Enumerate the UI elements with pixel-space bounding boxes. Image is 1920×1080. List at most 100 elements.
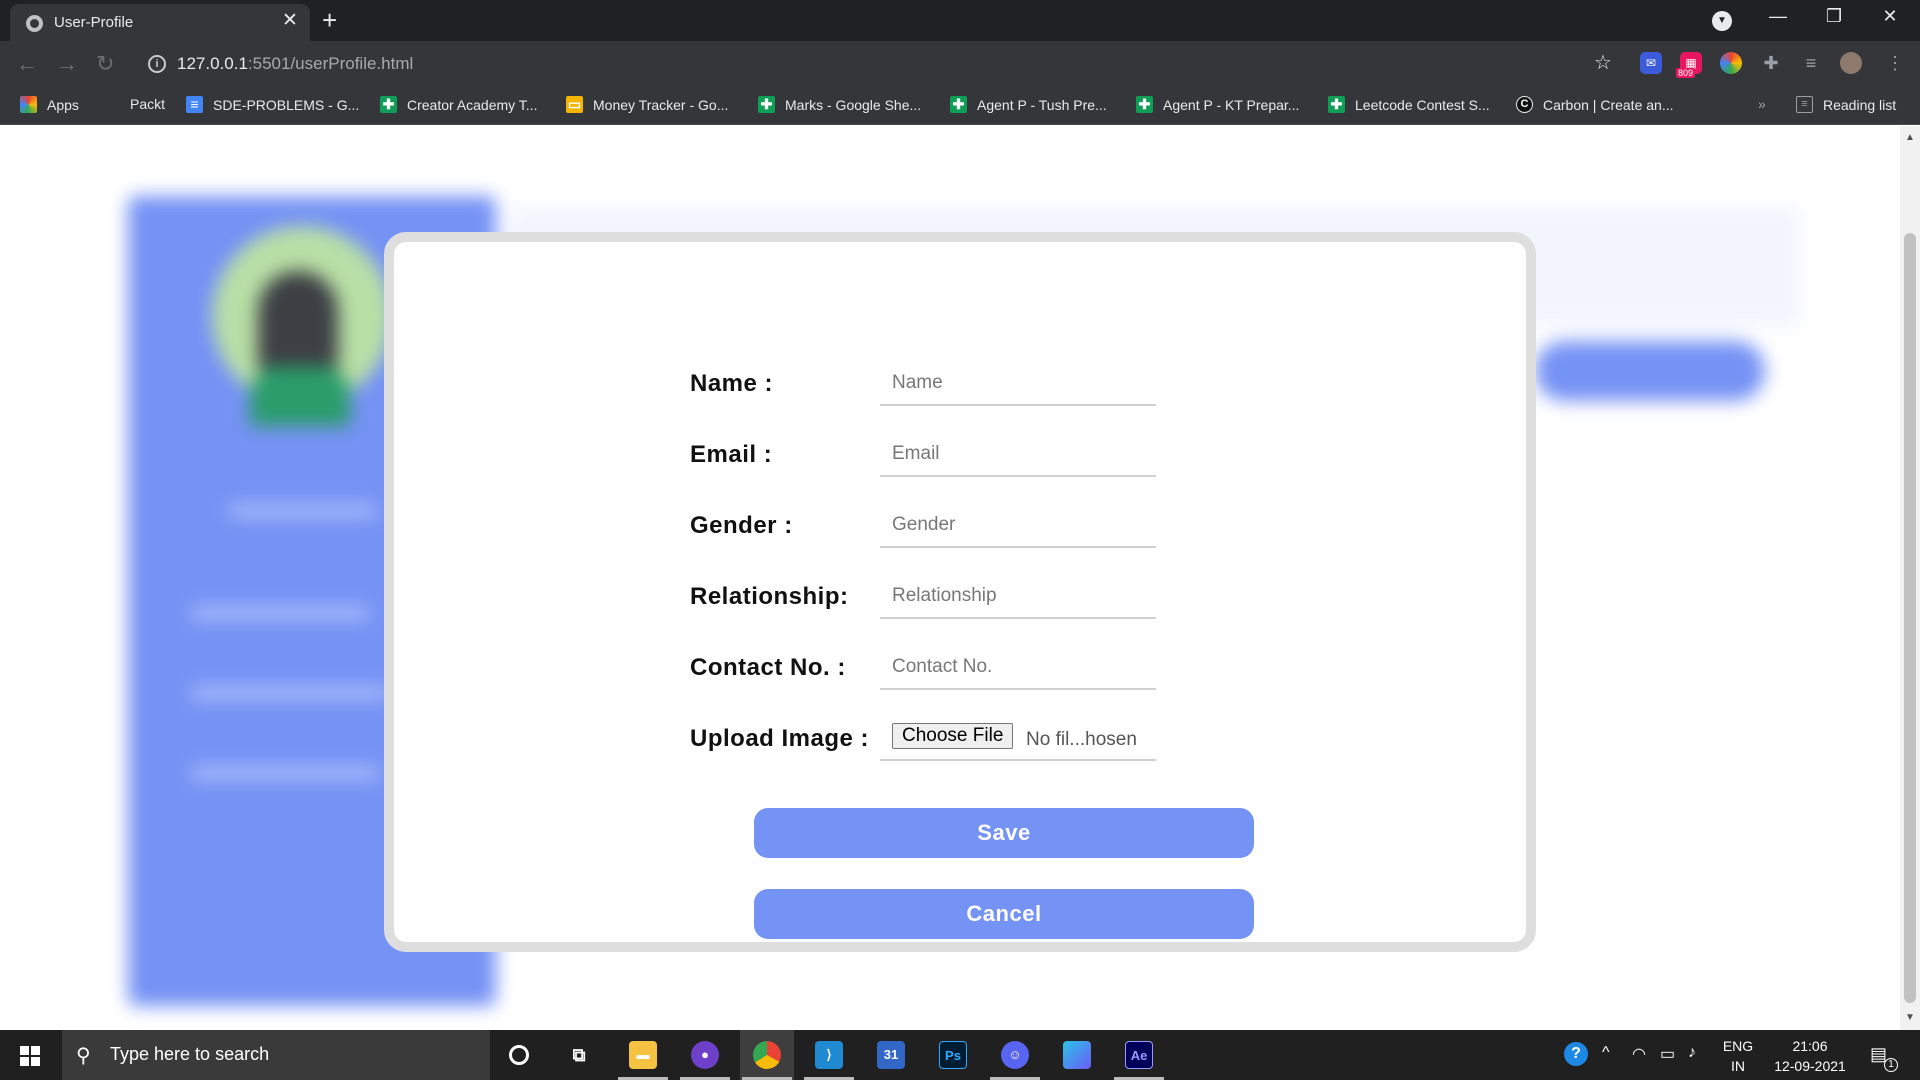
taskbar-discord[interactable]: ☺: [988, 1030, 1042, 1080]
bookmark-packt[interactable]: Packt: [130, 96, 165, 112]
lang-top: ENG: [1722, 1038, 1754, 1054]
search-placeholder: Type here to search: [110, 1044, 270, 1064]
bookmark-label: Agent P - KT Prepar...: [1163, 96, 1300, 113]
scroll-up-icon[interactable]: ▲: [1905, 132, 1915, 143]
taskbar-search[interactable]: ⚲ Type here to search: [62, 1030, 490, 1080]
gender-row: Gender :: [690, 504, 1170, 548]
tab-close-icon[interactable]: ✕: [282, 11, 298, 31]
new-tab-button[interactable]: +: [322, 6, 337, 34]
bookmark-sde-problems[interactable]: ≡ SDE-PROBLEMS - G...: [186, 96, 359, 113]
tray-chevron-icon[interactable]: ^: [1602, 1044, 1610, 1062]
windows-start-icon[interactable]: [20, 1046, 40, 1066]
extensions-puzzle-icon[interactable]: ✚: [1760, 52, 1782, 74]
windows-taskbar: ⚲ Type here to search ⧉ ▬ ● ⟩ 31 Ps ☺ Ae…: [0, 1030, 1920, 1080]
avatar-body: [250, 366, 350, 426]
lang-bottom: IN: [1731, 1058, 1745, 1074]
google-sheets-icon: ✚: [1136, 96, 1153, 113]
scrollbar-thumb[interactable]: [1904, 233, 1916, 1003]
tab-search-icon[interactable]: ▼: [1712, 11, 1732, 31]
extension-messenger-icon[interactable]: ✉: [1640, 52, 1662, 74]
email-label: Email :: [690, 441, 773, 468]
page-scrollbar[interactable]: ▲ ▼: [1900, 126, 1920, 1030]
url-text: 127.0.0.1:5501/userProfile.html: [177, 54, 413, 74]
taskbar-file-explorer[interactable]: ▬: [616, 1030, 670, 1080]
help-icon[interactable]: ?: [1564, 1042, 1588, 1066]
url-path: :5501/userProfile.html: [247, 54, 414, 73]
save-button[interactable]: Save: [754, 808, 1254, 858]
taskbar-after-effects[interactable]: Ae: [1112, 1030, 1166, 1080]
apps-grid-icon: [20, 96, 37, 113]
bookmark-marks[interactable]: ✚ Marks - Google She...: [758, 96, 921, 113]
site-info-icon[interactable]: i: [148, 55, 166, 73]
network-icon[interactable]: ◠: [1632, 1044, 1646, 1064]
bookmark-label: Leetcode Contest S...: [1355, 96, 1490, 113]
google-sheets-icon: ✚: [1328, 96, 1345, 113]
bookmarks-bar: Apps Packt ≡ SDE-PROBLEMS - G... ✚ Creat…: [0, 87, 1920, 125]
app-icon: [1063, 1041, 1091, 1069]
google-sheets-icon: ✚: [950, 96, 967, 113]
forward-arrow-icon[interactable]: →: [56, 51, 78, 77]
notification-count: 1: [1884, 1058, 1898, 1072]
bookmark-creator-academy[interactable]: ✚ Creator Academy T...: [380, 96, 537, 113]
relationship-input[interactable]: [880, 575, 1156, 619]
bookmark-agent-p-kt[interactable]: ✚ Agent P - KT Prepar...: [1136, 96, 1299, 113]
cortana-button[interactable]: [492, 1030, 546, 1080]
bookmark-star-icon[interactable]: ☆: [1592, 52, 1614, 74]
relationship-label: Relationship:: [690, 583, 849, 610]
taskbar-chrome[interactable]: [740, 1030, 794, 1080]
email-input[interactable]: [880, 433, 1156, 477]
bookmark-apps[interactable]: Apps: [20, 96, 79, 113]
taskbar-photoshop[interactable]: Ps: [926, 1030, 980, 1080]
choose-file-button[interactable]: Choose File: [892, 723, 1014, 749]
search-icon: ⚲: [76, 1045, 91, 1067]
taskbar-calendar[interactable]: 31: [864, 1030, 918, 1080]
close-window-button[interactable]: ✕: [1870, 6, 1910, 27]
after-effects-icon: Ae: [1125, 1041, 1153, 1069]
name-label: Name :: [690, 370, 774, 397]
taskbar-app[interactable]: [1050, 1030, 1104, 1080]
browser-toolbar: ← → ↻ i 127.0.0.1:5501/userProfile.html …: [0, 41, 1920, 87]
task-view-button[interactable]: ⧉: [552, 1030, 606, 1080]
file-explorer-icon: ▬: [629, 1041, 657, 1069]
language-indicator[interactable]: ENG IN: [1720, 1036, 1756, 1076]
blurred-menu-item: [190, 686, 390, 700]
profile-avatar[interactable]: [1840, 52, 1862, 74]
task-view-icon: ⧉: [572, 1045, 586, 1065]
taskbar-vscode[interactable]: ⟩: [802, 1030, 856, 1080]
google-docs-icon: ≡: [186, 96, 203, 113]
bookmark-label: SDE-PROBLEMS - G...: [213, 96, 360, 113]
clock-time: 21:06: [1792, 1038, 1828, 1054]
reload-icon[interactable]: ↻: [96, 51, 114, 77]
taskbar-github[interactable]: ●: [678, 1030, 732, 1080]
extension-color-picker-icon[interactable]: [1720, 52, 1742, 74]
google-slides-icon: ▭: [566, 96, 583, 113]
bookmark-carbon[interactable]: C Carbon | Create an...: [1516, 96, 1673, 113]
name-input[interactable]: [880, 362, 1156, 406]
taskbar-clock[interactable]: 21:06 12-09-2021: [1770, 1036, 1850, 1076]
battery-icon[interactable]: ▭: [1660, 1044, 1675, 1064]
bookmark-agent-p-tush[interactable]: ✚ Agent P - Tush Pre...: [950, 96, 1107, 113]
name-row: Name :: [690, 362, 1170, 406]
calendar-icon: 31: [877, 1041, 905, 1069]
more-menu-icon[interactable]: ⋮: [1884, 52, 1906, 74]
active-tab[interactable]: User-Profile ✕: [10, 4, 310, 41]
bookmark-label: Marks - Google She...: [785, 96, 922, 113]
tab-title: User-Profile: [54, 14, 134, 31]
gender-input[interactable]: [880, 504, 1156, 548]
cancel-button[interactable]: Cancel: [754, 889, 1254, 939]
reading-list-button[interactable]: ≡ Reading list: [1796, 96, 1896, 113]
back-arrow-icon[interactable]: ←: [16, 51, 38, 77]
volume-icon[interactable]: ♪: [1688, 1044, 1696, 1062]
media-queue-icon[interactable]: ≡: [1800, 52, 1822, 74]
bookmarks-overflow-button[interactable]: »: [1758, 96, 1766, 112]
avatar-hair: [258, 271, 338, 381]
email-row: Email :: [690, 433, 1170, 477]
bookmark-leetcode-contest[interactable]: ✚ Leetcode Contest S...: [1328, 96, 1490, 113]
restore-button[interactable]: ❐: [1814, 6, 1854, 27]
minimize-button[interactable]: —: [1758, 6, 1798, 27]
file-status-text: No fil...hosen: [1026, 729, 1137, 750]
contact-input[interactable]: [880, 646, 1156, 690]
bookmark-money-tracker[interactable]: ▭ Money Tracker - Go...: [566, 96, 728, 113]
photoshop-icon: Ps: [939, 1041, 967, 1069]
scroll-down-icon[interactable]: ▼: [1905, 1012, 1915, 1023]
